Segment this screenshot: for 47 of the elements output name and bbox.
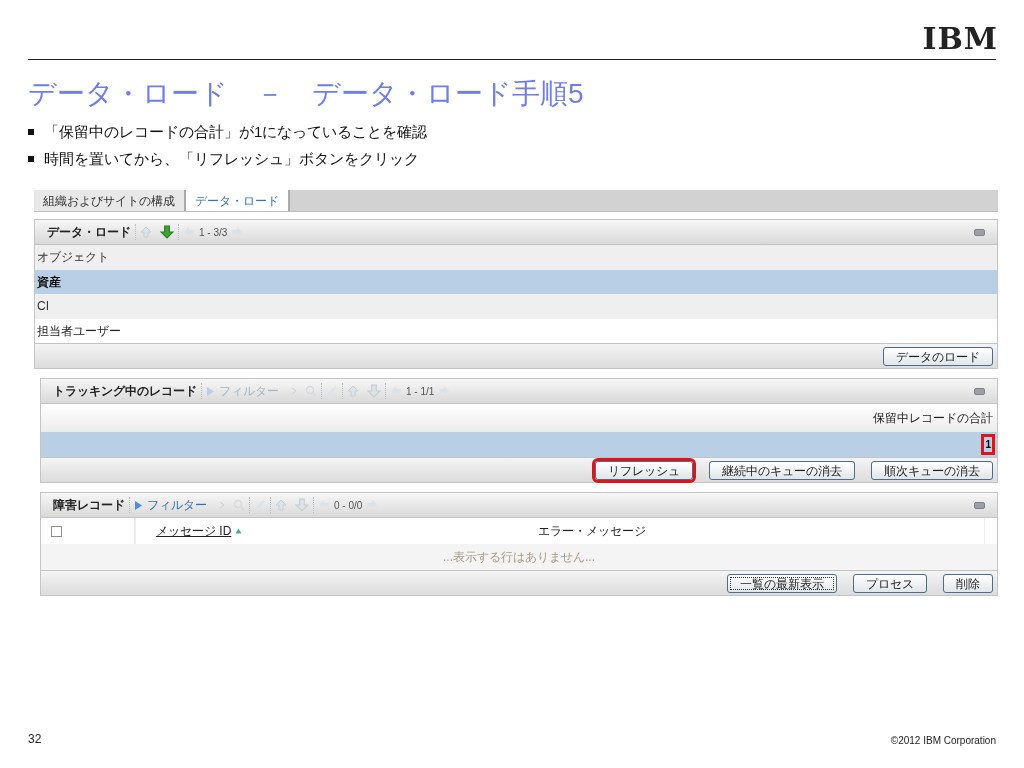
action-button[interactable]: 一覧の最新表示 (727, 573, 837, 593)
search-icon[interactable] (233, 499, 245, 511)
action-button[interactable]: 順次キューの消去 (871, 460, 993, 480)
minimize-icon[interactable] (974, 228, 985, 236)
filter-link[interactable]: フィルター (147, 496, 207, 514)
copyright-text: ©2012 IBM Corporation (890, 734, 996, 748)
column-header-link[interactable]: メッセージ ID (156, 522, 232, 540)
section-title: 障害レコード (53, 497, 125, 514)
section-title: データ・ロード (47, 224, 131, 241)
slide-title: データ・ロード － データ・ロード手順5 (28, 77, 585, 111)
minimize-icon[interactable] (974, 501, 985, 509)
action-button[interactable]: 削除 (943, 573, 993, 593)
logo: IBM (922, 24, 998, 58)
tab[interactable]: 組織およびサイトの構成 (34, 190, 186, 211)
down-arrow-icon[interactable] (160, 225, 174, 239)
bullet-icon (28, 129, 34, 135)
tab[interactable]: データ・ロード (186, 190, 290, 211)
bullet-text: 「保留中のレコードの合計」が1になっていることを確認 (44, 122, 428, 142)
action-button[interactable]: データのロード (883, 346, 993, 366)
column-header: エラー・メッセージ (538, 523, 646, 540)
list-row[interactable]: 資産 (35, 269, 997, 294)
chevron-icon[interactable] (291, 387, 297, 395)
checkbox[interactable] (51, 525, 62, 537)
list-row[interactable]: オブジェクト (35, 245, 997, 270)
chevron-icon[interactable] (219, 501, 225, 509)
action-button[interactable]: 継続中のキューの消去 (709, 460, 855, 480)
section-title: トラッキング中のレコード (53, 383, 197, 400)
action-button[interactable]: リフレッシュ (595, 460, 693, 480)
minimize-icon[interactable] (974, 387, 985, 395)
table-cell: 1 (981, 434, 995, 455)
up-arrow-icon[interactable] (275, 499, 287, 511)
triangle-icon[interactable] (134, 499, 143, 511)
list-row[interactable]: CI (35, 294, 997, 319)
up-arrow-icon[interactable] (347, 385, 359, 397)
empty-message: ...表示する行はありません... (443, 549, 595, 566)
pager-text: 1 - 1/1 (406, 384, 435, 399)
column-header: 保留中レコードの合計 (873, 410, 993, 427)
bullet-icon (28, 156, 34, 162)
pager-text: 0 - 0/0 (334, 498, 363, 513)
triangle-icon[interactable] (206, 385, 215, 397)
page-number: 32 (28, 731, 42, 748)
pager-text: 1 - 3/3 (199, 225, 228, 240)
up-arrow-icon[interactable] (140, 226, 152, 238)
sort-icon[interactable] (235, 528, 243, 534)
search-icon[interactable] (305, 385, 317, 397)
action-button[interactable]: プロセス (853, 573, 927, 593)
bullet-text: 時間を置いてから、「リフレッシュ」ボタンをクリック (44, 149, 419, 169)
